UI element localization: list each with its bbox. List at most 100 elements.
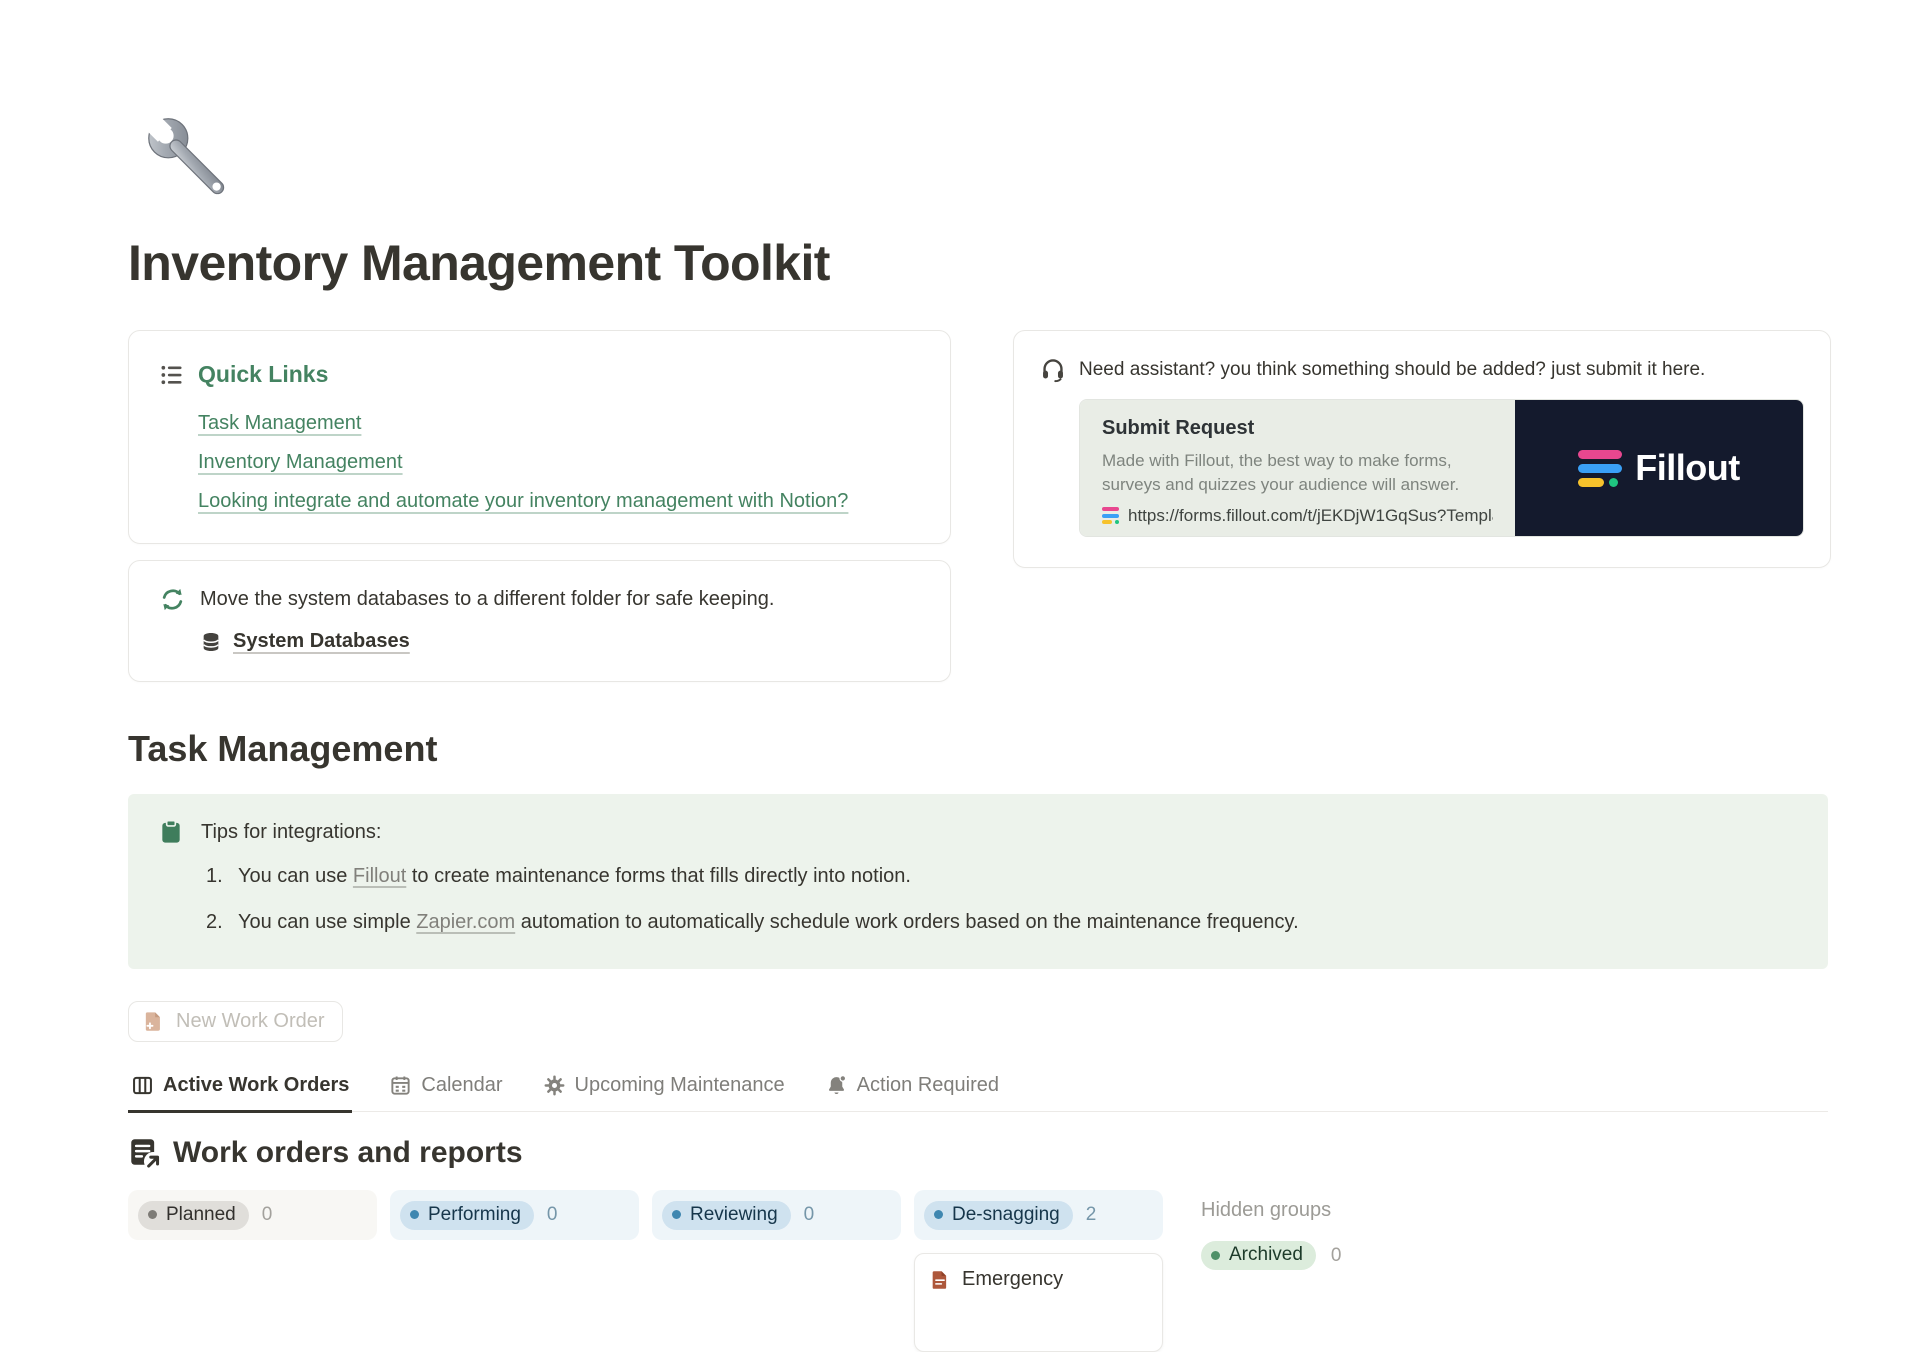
board-column-reviewing: Reviewing 0 bbox=[652, 1190, 901, 1240]
right-column: Need assistant? you think something shou… bbox=[1013, 330, 1831, 568]
list-icon bbox=[159, 362, 185, 388]
link-automation-guide[interactable]: Looking integrate and automate your inve… bbox=[198, 490, 848, 513]
status-label: Archived bbox=[1229, 1244, 1303, 1266]
hidden-group-archived[interactable]: Archived 0 bbox=[1201, 1241, 1342, 1270]
new-work-order-button[interactable]: New Work Order bbox=[128, 1001, 343, 1042]
status-badge-performing[interactable]: Performing bbox=[400, 1201, 534, 1230]
left-column: Quick Links Task Management Inventory Ma… bbox=[128, 330, 951, 682]
gear-icon bbox=[543, 1074, 566, 1097]
tips-title: Tips for integrations: bbox=[201, 821, 381, 844]
assistant-row: Need assistant? you think something shou… bbox=[1040, 357, 1804, 383]
column-header[interactable]: Performing 0 bbox=[390, 1190, 639, 1240]
quick-links-header: Quick Links bbox=[159, 361, 920, 388]
page-title: Inventory Management Toolkit bbox=[128, 234, 1828, 292]
calendar-icon bbox=[389, 1074, 412, 1097]
link-task-management[interactable]: Task Management bbox=[198, 412, 361, 435]
view-tabs: Active Work Orders Calendar bbox=[128, 1072, 1828, 1112]
hidden-groups-section: Hidden groups Archived 0 bbox=[1201, 1190, 1342, 1270]
embed-url-row[interactable]: https://forms.fillout.com/t/jEKDjW1GqSus… bbox=[1102, 506, 1493, 526]
notion-page: Inventory Management Toolkit Quick Links bbox=[128, 0, 1828, 1352]
column-header[interactable]: Reviewing 0 bbox=[652, 1190, 901, 1240]
move-databases-row: Move the system databases to a different… bbox=[159, 586, 920, 613]
status-badge-planned[interactable]: Planned bbox=[138, 1201, 249, 1230]
tab-calendar[interactable]: Calendar bbox=[386, 1072, 505, 1113]
fillout-embed-preview: Submit Request Made with Fillout, the be… bbox=[1080, 400, 1515, 536]
board-title: Work orders and reports bbox=[173, 1136, 523, 1170]
document-plus-icon bbox=[142, 1010, 165, 1033]
linked-database-icon bbox=[128, 1136, 162, 1170]
zapier-link[interactable]: Zapier.com bbox=[416, 911, 515, 933]
link-inventory-management[interactable]: Inventory Management bbox=[198, 451, 403, 474]
tab-label: Active Work Orders bbox=[163, 1074, 349, 1097]
board-title-row: Work orders and reports bbox=[128, 1136, 1828, 1170]
document-icon bbox=[929, 1269, 951, 1291]
tip-text: You can use simple Zapier.com automation… bbox=[238, 908, 1299, 937]
column-header[interactable]: Planned 0 bbox=[128, 1190, 377, 1240]
tip-text-prefix: You can use bbox=[238, 865, 353, 887]
section-heading-task-management: Task Management bbox=[128, 728, 1828, 770]
tab-label: Action Required bbox=[857, 1074, 999, 1097]
system-databases-row: System Databases bbox=[200, 630, 920, 653]
assistant-card: Need assistant? you think something shou… bbox=[1013, 330, 1831, 568]
wrench-icon bbox=[128, 98, 250, 220]
fillout-brand-name: Fillout bbox=[1635, 447, 1739, 489]
quick-links-title: Quick Links bbox=[198, 361, 328, 388]
tip-item: 1. You can use Fillout to create mainten… bbox=[206, 862, 1798, 891]
clipboard-icon bbox=[158, 819, 184, 845]
fillout-brand-panel: Fillout bbox=[1515, 400, 1803, 536]
status-label: Planned bbox=[166, 1204, 236, 1226]
status-label: Reviewing bbox=[690, 1204, 778, 1226]
embed-description: Made with Fillout, the best way to make … bbox=[1102, 449, 1493, 497]
column-header[interactable]: De-snagging 2 bbox=[914, 1190, 1163, 1240]
embed-title: Submit Request bbox=[1102, 417, 1493, 440]
top-columns: Quick Links Task Management Inventory Ma… bbox=[128, 330, 1828, 682]
group-count: 2 bbox=[1086, 1204, 1097, 1226]
hidden-groups-label: Hidden groups bbox=[1201, 1199, 1342, 1222]
status-dot bbox=[410, 1210, 419, 1219]
kanban-card-emergency[interactable]: Emergency bbox=[914, 1253, 1163, 1352]
group-count: 0 bbox=[1331, 1245, 1342, 1267]
status-dot bbox=[148, 1210, 157, 1219]
tips-callout: Tips for integrations: 1. You can use Fi… bbox=[128, 794, 1828, 969]
headset-icon bbox=[1040, 357, 1066, 383]
group-count: 0 bbox=[547, 1204, 558, 1226]
tab-active-work-orders[interactable]: Active Work Orders bbox=[128, 1072, 352, 1113]
embed-url: https://forms.fillout.com/t/jEKDjW1GqSus… bbox=[1128, 506, 1493, 526]
system-databases-link[interactable]: System Databases bbox=[233, 630, 410, 653]
status-label: De-snagging bbox=[952, 1204, 1060, 1226]
status-badge-archived[interactable]: Archived bbox=[1201, 1241, 1316, 1270]
tip-text: You can use Fillout to create maintenanc… bbox=[238, 862, 911, 891]
card-title: Emergency bbox=[962, 1268, 1063, 1291]
page-icon-wrench[interactable] bbox=[128, 98, 250, 220]
board-column-planned: Planned 0 bbox=[128, 1190, 377, 1240]
fillout-embed[interactable]: Submit Request Made with Fillout, the be… bbox=[1079, 399, 1804, 537]
tab-action-required[interactable]: Action Required bbox=[822, 1072, 1002, 1113]
group-count: 0 bbox=[804, 1204, 815, 1226]
list-number: 1. bbox=[206, 862, 238, 891]
kanban-board: Planned 0 Performing 0 Reviewing 0 De-sn… bbox=[128, 1190, 1828, 1352]
status-badge-reviewing[interactable]: Reviewing bbox=[662, 1201, 791, 1230]
quick-links-card: Quick Links Task Management Inventory Ma… bbox=[128, 330, 951, 544]
status-label: Performing bbox=[428, 1204, 521, 1226]
sync-arrows-icon bbox=[159, 586, 186, 613]
assistant-message: Need assistant? you think something shou… bbox=[1079, 357, 1705, 381]
move-databases-text: Move the system databases to a different… bbox=[200, 586, 774, 613]
status-dot bbox=[1211, 1251, 1220, 1260]
status-dot bbox=[934, 1210, 943, 1219]
status-badge-de-snagging[interactable]: De-snagging bbox=[924, 1201, 1073, 1230]
tip-text-suffix: to create maintenance forms that fills d… bbox=[406, 865, 911, 887]
bell-dot-icon bbox=[825, 1074, 848, 1097]
fillout-favicon bbox=[1102, 507, 1119, 524]
tips-header: Tips for integrations: bbox=[158, 819, 1798, 845]
tip-item: 2. You can use simple Zapier.com automat… bbox=[206, 908, 1798, 937]
board-column-de-snagging: De-snagging 2 Emergency bbox=[914, 1190, 1163, 1352]
database-icon bbox=[200, 631, 222, 653]
tip-text-prefix: You can use simple bbox=[238, 911, 416, 933]
fillout-link[interactable]: Fillout bbox=[353, 865, 406, 887]
new-work-order-label: New Work Order bbox=[176, 1010, 325, 1033]
tab-upcoming-maintenance[interactable]: Upcoming Maintenance bbox=[540, 1072, 788, 1113]
board-column-performing: Performing 0 bbox=[390, 1190, 639, 1240]
group-count: 0 bbox=[262, 1204, 273, 1226]
fillout-logo-icon bbox=[1578, 450, 1622, 487]
quick-links-list: Task Management Inventory Management Loo… bbox=[198, 396, 920, 513]
